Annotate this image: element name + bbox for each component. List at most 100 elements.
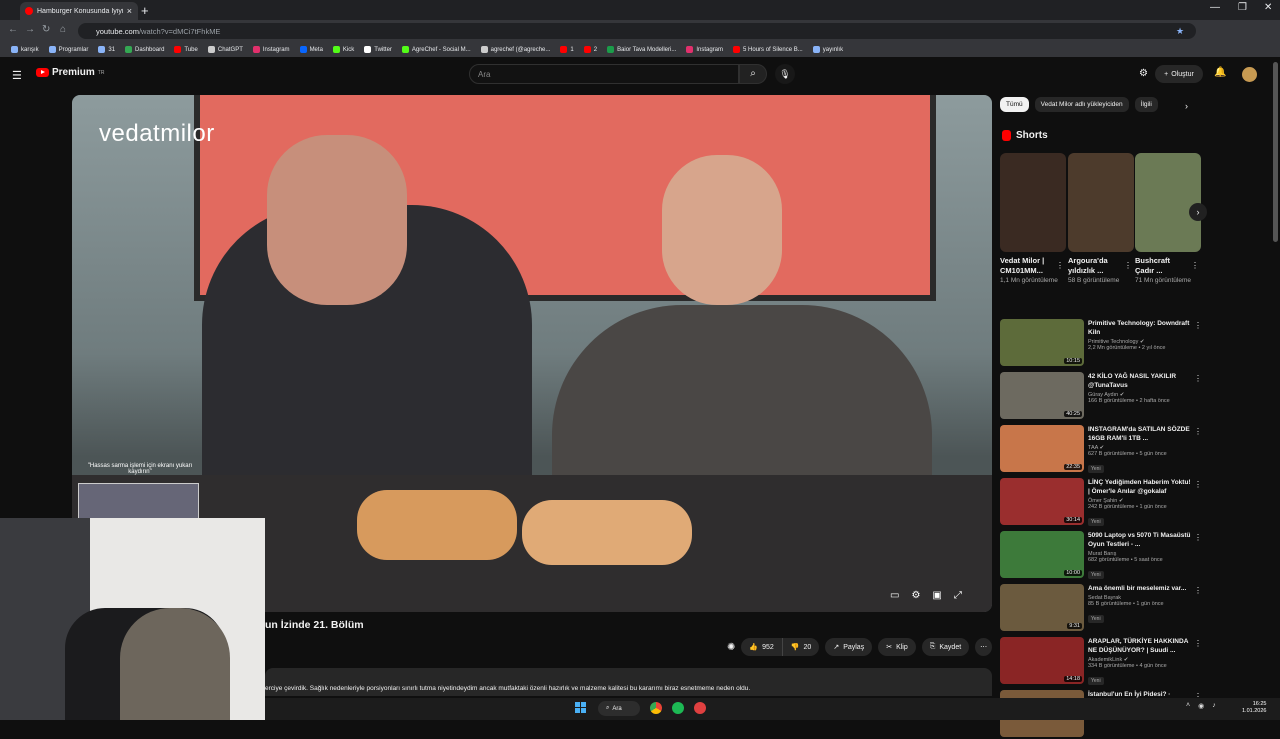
bookmark-item[interactable]: Instagram xyxy=(681,46,728,53)
minimize-button[interactable]: — xyxy=(1210,2,1220,13)
bookmark-item[interactable]: Dashboard xyxy=(120,46,169,53)
chevron-right-icon[interactable]: › xyxy=(1189,203,1207,221)
bookmark-star-icon[interactable]: ★ xyxy=(1176,26,1184,37)
clip-button[interactable]: ✂ Klip xyxy=(878,638,916,656)
address-bar[interactable]: youtube.com/watch?v=dMCi7tFhkME xyxy=(78,23,1196,39)
tab-close-icon[interactable]: × xyxy=(127,6,132,16)
bookmark-favicon-icon xyxy=(332,46,340,53)
browser-tab[interactable]: Hamburger Konusunda İyiyiz | ... × xyxy=(20,2,138,20)
more-actions-button[interactable]: ⋯ xyxy=(975,638,993,656)
bookmark-item[interactable]: karışık xyxy=(6,46,44,53)
bookmark-item[interactable]: Twitter xyxy=(359,46,397,53)
windows-start-icon[interactable] xyxy=(575,702,586,713)
bookmark-item[interactable]: agrechef (@agreche... xyxy=(476,46,556,53)
more-vert-icon[interactable]: ⋮ xyxy=(1194,480,1202,489)
recommended-video[interactable]: 14:18 ARAPLAR, TÜRKİYE HAKKINDA NE DÜŞÜNÜ… xyxy=(1000,637,1195,686)
close-window-button[interactable]: ✕ xyxy=(1264,2,1272,13)
recommended-video[interactable]: 30:14 LİNÇ Yediğimden Haberim Yoktu! | Öm… xyxy=(1000,478,1195,527)
short-card[interactable]: Bushcraft Çadır ... 71 Mn görüntüleme ⋮ xyxy=(1135,153,1201,286)
menu-icon[interactable]: ☰ xyxy=(12,69,22,82)
short-views: 71 Mn görüntüleme xyxy=(1135,277,1192,284)
more-vert-icon[interactable]: ⋮ xyxy=(1124,261,1132,270)
network-icon[interactable]: ◉ xyxy=(1198,702,1204,710)
chip-uploader[interactable]: Vedat Milor adlı yükleyiciden xyxy=(1034,97,1129,112)
bookmark-item[interactable]: Tube xyxy=(169,46,202,53)
chip-all[interactable]: Tümü xyxy=(1000,97,1029,112)
video-title: Ama önemli bir meselemiz var... xyxy=(1088,585,1187,592)
spotify-icon[interactable] xyxy=(672,702,684,714)
recommended-video[interactable]: 10:15 Primitive Technology: Downdraft Kil… xyxy=(1000,319,1195,368)
chip-related[interactable]: İlgili xyxy=(1134,97,1158,112)
chevron-right-icon[interactable]: › xyxy=(1185,101,1188,111)
recommended-video[interactable]: 22:35 INSTAGRAM'da SATILAN SÖZDE 16GB RAM… xyxy=(1000,425,1195,474)
settings-icon[interactable]: ⚙ xyxy=(911,590,920,601)
logo-text: Premium xyxy=(52,67,95,78)
like-button[interactable]: 👍 952 xyxy=(741,638,783,656)
chevron-up-icon[interactable]: ˄ xyxy=(1186,702,1190,710)
dislike-button[interactable]: 👎 20 xyxy=(782,638,820,656)
bookmark-item[interactable]: Instagram xyxy=(248,46,295,53)
maximize-button[interactable]: ❐ xyxy=(1238,2,1247,13)
new-tab-button[interactable]: + xyxy=(141,3,149,18)
bookmark-item[interactable]: Meta xyxy=(295,46,328,53)
recommended-video[interactable]: 10:00 5090 Laptop vs 5070 Ti Masaüstü Oyu… xyxy=(1000,531,1195,580)
short-card[interactable]: Argoura'da yıldızlık ... 58 B görüntülem… xyxy=(1068,153,1134,286)
share-button[interactable]: ↗ Paylaş xyxy=(825,638,873,656)
youtube-logo[interactable]: Premium TR xyxy=(36,67,104,78)
reload-icon[interactable]: ↻ xyxy=(42,24,50,35)
page-scrollbar[interactable] xyxy=(1273,62,1278,242)
video-title: ARAPLAR, TÜRKİYE HAKKINDA NE DÜŞÜNÜYOR? … xyxy=(1088,638,1189,654)
bookmark-item[interactable]: AgreChef - Social M... xyxy=(397,46,476,53)
bookmark-item[interactable]: 2 xyxy=(579,46,602,53)
browser-tab-strip xyxy=(0,0,1280,20)
bookmark-favicon-icon xyxy=(733,46,741,53)
bookmark-favicon-icon xyxy=(174,46,182,53)
more-vert-icon[interactable]: ⋮ xyxy=(1194,586,1202,595)
avatar[interactable] xyxy=(1242,67,1257,82)
more-vert-icon[interactable]: ⋮ xyxy=(1194,533,1202,542)
save-button[interactable]: ⎘ Kaydet xyxy=(921,638,970,656)
recommended-video[interactable]: 9:31 Ama önemli bir meselemiz var... Sedat… xyxy=(1000,584,1195,633)
video-title: INSTAGRAM'da SATILAN SÖZDE 16GB RAM'li 1… xyxy=(1088,426,1190,442)
taskbar-clock[interactable]: 16:25 1.01.2026 xyxy=(1242,701,1266,715)
bookmark-item[interactable]: Kick xyxy=(328,46,359,53)
volume-icon[interactable]: ♪ xyxy=(1212,702,1216,710)
fullscreen-icon[interactable]: ⤢ xyxy=(954,590,962,601)
new-badge: Yeni xyxy=(1088,465,1104,473)
bookmark-item[interactable]: 31 xyxy=(93,46,120,53)
more-vert-icon[interactable]: ⋮ xyxy=(1194,374,1202,383)
taskbar-search[interactable]: ⌕ Ara xyxy=(598,701,640,716)
recommended-video[interactable]: 40:25 42 KİLO YAĞ NASIL YAKILIR @TunaTavu… xyxy=(1000,372,1195,421)
microphone-icon[interactable]: 🎙 xyxy=(775,64,795,84)
more-vert-icon[interactable]: ⋮ xyxy=(1194,639,1202,648)
bookmark-item[interactable]: Programlar xyxy=(44,46,94,53)
short-card[interactable]: Vedat Milor | CM101MM... 1,1 Mn görüntül… xyxy=(1000,153,1066,286)
more-vert-icon[interactable]: ⋮ xyxy=(1056,261,1064,270)
home-icon[interactable]: ⌂ xyxy=(60,24,66,35)
more-vert-icon[interactable]: ⋮ xyxy=(1194,321,1202,330)
overlay-thumbnail xyxy=(78,483,199,521)
video-stats: 627 B görüntüleme • 5 gün önce xyxy=(1088,451,1167,457)
video-stats: 242 B görüntüleme • 1 gün önce xyxy=(1088,504,1167,510)
forward-icon[interactable]: → xyxy=(25,24,35,35)
bookmark-item[interactable]: ChatGPT xyxy=(203,46,248,53)
app-icon[interactable] xyxy=(694,702,706,714)
create-button[interactable]: + Oluştur xyxy=(1155,65,1203,83)
chrome-icon[interactable] xyxy=(650,702,662,714)
bookmark-item[interactable]: 1 xyxy=(555,46,578,53)
bookmark-item[interactable]: Baior Tava Modelleri... xyxy=(602,46,681,53)
share-icon: ↗ xyxy=(833,644,840,651)
bookmark-item[interactable]: yayınlık xyxy=(808,46,848,53)
cast-icon[interactable]: ⚙ xyxy=(1139,68,1148,79)
search-icon[interactable]: ⌕ xyxy=(739,64,767,84)
more-vert-icon[interactable]: ⋮ xyxy=(1194,427,1202,436)
sparkle-icon[interactable]: ✺ xyxy=(727,642,735,653)
subtitles-icon[interactable]: ▭ xyxy=(890,590,899,601)
search-input[interactable]: Ara xyxy=(469,64,739,84)
video-description[interactable]: erciye çevirdik. Sağlık nedenleriyle por… xyxy=(265,668,992,696)
notifications-icon[interactable]: 🔔 xyxy=(1214,67,1226,78)
back-icon[interactable]: ← xyxy=(8,24,18,35)
miniplayer-icon[interactable]: ▣ xyxy=(932,590,941,601)
more-vert-icon[interactable]: ⋮ xyxy=(1191,261,1199,270)
bookmark-item[interactable]: 5 Hours of Silence B... xyxy=(728,46,808,53)
